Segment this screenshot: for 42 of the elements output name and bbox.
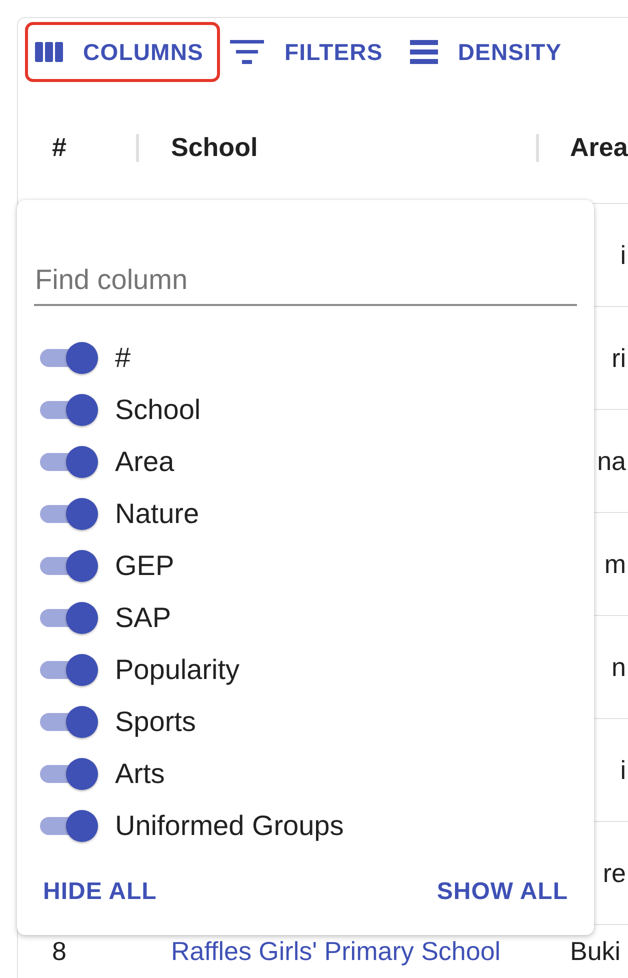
column-name-label[interactable]: School (115, 394, 201, 426)
column-name-label[interactable]: Sports (115, 706, 196, 738)
toggle-switch[interactable] (40, 758, 98, 790)
column-name-label[interactable]: # (115, 342, 131, 374)
column-name-label[interactable]: Arts (115, 758, 165, 790)
column-name-label[interactable]: GEP (115, 550, 174, 582)
toggle-switch[interactable] (40, 498, 98, 530)
column-name-label[interactable]: Popularity (115, 654, 240, 686)
toggle-switch[interactable] (40, 810, 98, 842)
table-cell: na (597, 446, 626, 476)
table-cell: m (604, 548, 626, 580)
table-cell: i (620, 240, 626, 270)
school-link[interactable]: Raffles Girls' Primary School (171, 936, 501, 966)
hide-all-button[interactable]: HIDE ALL (34, 868, 166, 916)
table-cell: 8 (52, 936, 66, 966)
toggle-switch[interactable] (40, 342, 98, 374)
toggle-switch[interactable] (40, 550, 98, 582)
toggle-switch[interactable] (40, 706, 98, 738)
density-icon (410, 40, 438, 64)
table-cell: n (612, 652, 626, 682)
filter-icon (230, 40, 264, 64)
column-header[interactable]: School (171, 132, 258, 163)
show-all-button[interactable]: SHOW ALL (428, 868, 577, 916)
toggle-switch[interactable] (40, 394, 98, 426)
filters-button[interactable]: FILTERS (220, 22, 400, 82)
column-name-label[interactable]: Nature (115, 498, 200, 530)
toggle-switch[interactable] (40, 654, 98, 686)
table-cell: i (620, 754, 626, 786)
table-cell: Buki (570, 936, 621, 966)
column-header[interactable]: Area (570, 132, 628, 163)
toggle-switch[interactable] (40, 446, 98, 478)
column-header[interactable]: # (52, 132, 66, 163)
table-cell: ri (612, 342, 626, 374)
column-name-label[interactable]: Area (115, 446, 174, 478)
toggle-switch[interactable] (40, 602, 98, 634)
search-field[interactable]: Find column (34, 234, 577, 306)
column-name-label[interactable]: SAP (115, 602, 172, 634)
columns-icon (35, 42, 63, 62)
columns-button[interactable]: COLUMNS (25, 22, 220, 82)
table-cell: re (602, 858, 626, 888)
density-button[interactable]: DENSITY (400, 22, 579, 82)
column-name-label[interactable]: Uniformed Groups (115, 810, 344, 842)
